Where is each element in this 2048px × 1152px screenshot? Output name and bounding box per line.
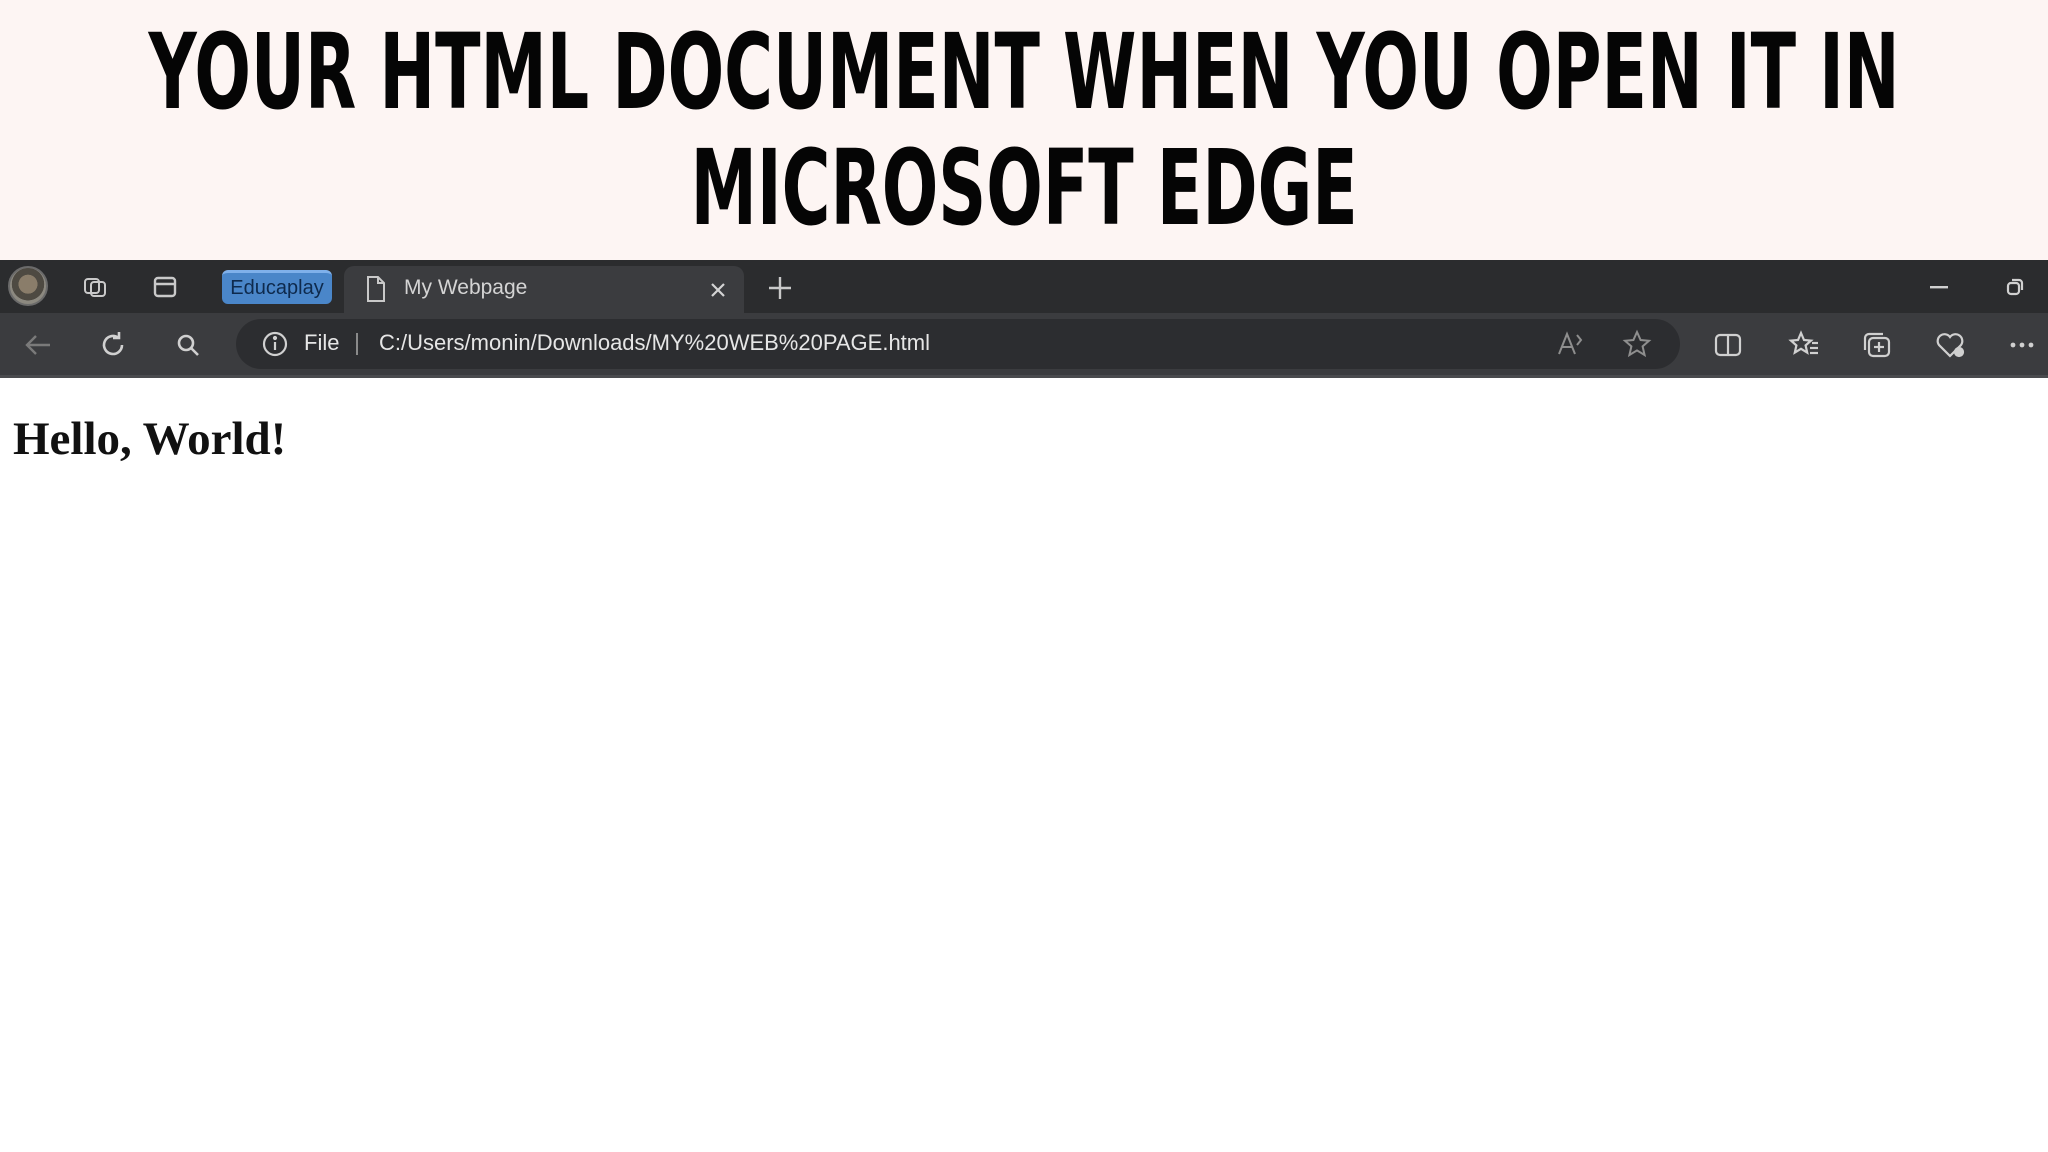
banner-title-line-1: YOUR HTML DOCUMENT WHEN YOU OPEN IT IN [148, 11, 1900, 133]
workspaces-icon[interactable] [78, 270, 112, 304]
restore-icon[interactable] [2000, 272, 2030, 302]
address-url[interactable]: C:/Users/monin/Downloads/MY%20WEB%20PAGE… [379, 330, 930, 356]
page-heading: Hello, World! [13, 413, 287, 465]
star-icon[interactable] [1620, 328, 1654, 360]
read-aloud-icon[interactable] [1554, 329, 1588, 359]
refresh-icon[interactable] [94, 326, 132, 364]
back-arrow-icon[interactable] [20, 327, 56, 363]
banner-title-line-2: MICROSOFT EDGE [690, 127, 1358, 249]
split-screen-icon[interactable] [1710, 327, 1746, 363]
tab-actions-icon[interactable] [148, 270, 182, 304]
address-bar[interactable]: File C:/Users/monin/Downloads/MY%20WEB%2… [236, 319, 1680, 369]
favorites-icon[interactable] [1785, 326, 1823, 364]
tab-title: My Webpage [404, 276, 528, 299]
close-icon[interactable] [704, 276, 732, 304]
plus-icon[interactable] [762, 270, 798, 306]
tab-bar: Educaplay My Webpage [0, 260, 2048, 313]
tab-my-webpage[interactable]: My Webpage [344, 266, 744, 313]
page-icon [362, 274, 390, 304]
minimize-icon[interactable] [1924, 272, 1954, 302]
info-icon[interactable] [260, 329, 290, 359]
address-divider [356, 333, 358, 355]
profile-avatar[interactable] [8, 266, 48, 306]
page-viewport: Hello, World! [0, 378, 2048, 1152]
heart-icon[interactable] [1932, 326, 1970, 364]
search-icon[interactable] [170, 327, 206, 363]
address-scheme-label: File [304, 330, 340, 355]
tab-educaplay[interactable]: Educaplay [222, 270, 332, 304]
collections-icon[interactable] [1858, 326, 1896, 364]
edge-browser-window: Educaplay My Webpage File C:/Users/monin… [0, 260, 2048, 1152]
banner: YOUR HTML DOCUMENT WHEN YOU OPEN IT IN M… [0, 0, 2048, 260]
navigation-toolbar: File C:/Users/monin/Downloads/MY%20WEB%2… [0, 313, 2048, 375]
more-icon[interactable] [2004, 327, 2040, 363]
